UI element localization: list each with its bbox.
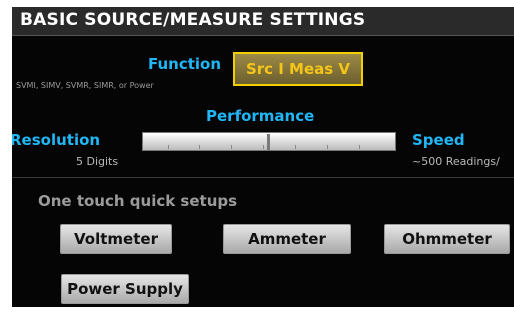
function-button-label: Src I Meas V	[245, 60, 351, 78]
function-label: Function	[148, 55, 222, 73]
slider-thumb[interactable]	[267, 134, 270, 150]
title-bar: BASIC SOURCE/MEASURE SETTINGS	[12, 7, 514, 36]
slider-tick	[295, 145, 296, 149]
voltmeter-button-label: Voltmeter	[74, 230, 158, 248]
slider-tick	[263, 145, 264, 149]
divider	[12, 177, 514, 178]
ohmmeter-button[interactable]: Ohmmeter	[384, 224, 510, 254]
settings-screen: BASIC SOURCE/MEASURE SETTINGS Function S…	[12, 7, 514, 307]
slider-tick	[359, 145, 360, 149]
performance-label: Performance	[206, 107, 315, 125]
slider-tick	[231, 145, 232, 149]
function-button[interactable]: Src I Meas V	[233, 52, 363, 86]
ohmmeter-button-label: Ohmmeter	[402, 230, 492, 248]
speed-label: Speed	[412, 131, 465, 149]
power-supply-button-label: Power Supply	[67, 280, 183, 298]
ammeter-button[interactable]: Ammeter	[223, 224, 351, 254]
function-hint: SVMI, SIMV, SVMR, SIMR, or Power	[16, 81, 154, 90]
slider-tick	[199, 145, 200, 149]
resolution-label: Resolution	[12, 131, 101, 149]
voltmeter-button[interactable]: Voltmeter	[60, 224, 172, 254]
page-title: BASIC SOURCE/MEASURE SETTINGS	[20, 10, 366, 30]
slider-tick	[327, 145, 328, 149]
resolution-value: 5 Digits	[76, 155, 119, 168]
performance-slider[interactable]	[142, 132, 396, 151]
ammeter-button-label: Ammeter	[248, 230, 326, 248]
power-supply-button[interactable]: Power Supply	[61, 274, 189, 304]
speed-value: ~500 Readings/	[412, 155, 500, 168]
slider-tick	[168, 145, 169, 149]
quick-setups-label: One touch quick setups	[38, 192, 238, 210]
